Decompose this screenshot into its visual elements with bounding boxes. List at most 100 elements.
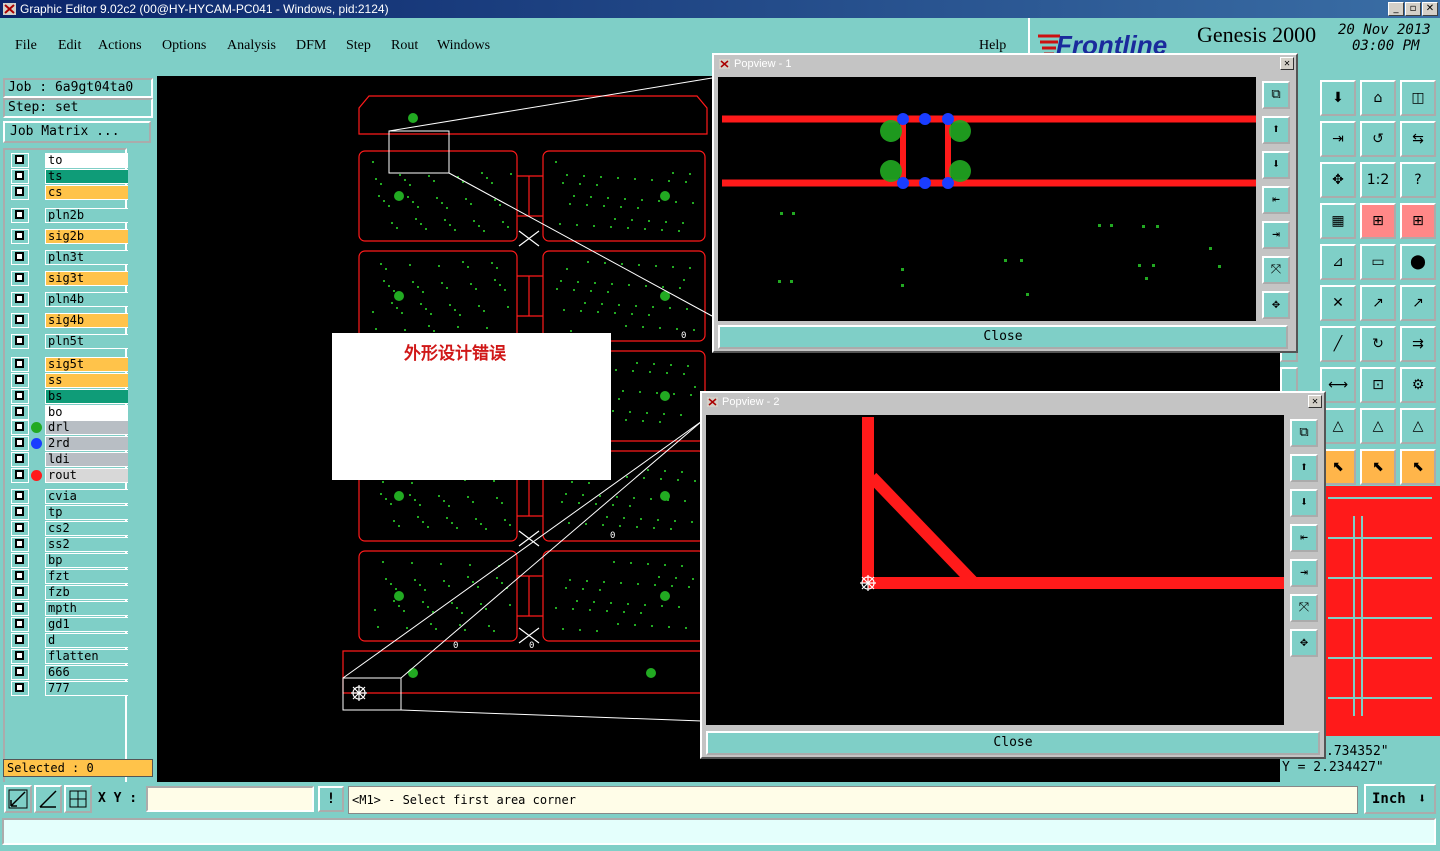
layer-checkbox[interactable] — [15, 619, 24, 628]
route-icon[interactable]: ↗ — [1400, 285, 1436, 321]
layer-row[interactable]: bs — [11, 389, 129, 404]
shape-icon[interactable]: ⊿ — [1320, 244, 1356, 280]
popview-1-window[interactable]: Popview - 1 ✕ ⧉ ⬆ ⬇ ⇤ ⇥ ⤧ ✥ Close — [712, 53, 1298, 353]
align-icon[interactable]: ⇉ — [1400, 326, 1436, 362]
popview-1-canvas[interactable] — [718, 77, 1256, 321]
layer-row[interactable]: sig3t — [11, 271, 129, 286]
layer-row[interactable]: ts — [11, 169, 129, 184]
layer-row[interactable]: d — [11, 633, 129, 648]
popview-1-close-icon[interactable]: ✕ — [1280, 57, 1294, 70]
popview-pan-right-icon[interactable]: ⇥ — [1262, 221, 1290, 249]
rotate-icon[interactable]: ↻ — [1360, 326, 1396, 362]
ruler-icon[interactable]: ▭ — [1360, 244, 1396, 280]
close-window-button[interactable]: ✕ — [1422, 2, 1438, 16]
menu-help[interactable]: Help — [979, 38, 1006, 54]
pad-icon[interactable]: ⬤ — [1400, 244, 1436, 280]
layer-checkbox[interactable] — [15, 391, 24, 400]
help-icon[interactable]: ? — [1400, 162, 1436, 198]
layer-row[interactable]: cs — [11, 185, 129, 200]
layer-checkbox[interactable] — [15, 507, 24, 516]
layer-row[interactable]: sig5t — [11, 357, 129, 372]
layer-row[interactable]: 2rd — [11, 436, 129, 451]
layer-icon[interactable]: ⊞ — [1360, 203, 1396, 239]
layer-row[interactable]: fzt — [11, 569, 129, 584]
layer-row[interactable]: flatten — [11, 649, 129, 664]
job-matrix-button[interactable]: Job Matrix ... — [3, 121, 151, 143]
popview-2-titlebar[interactable]: Popview - 2 — [702, 393, 1324, 411]
layer-row[interactable]: ss2 — [11, 537, 129, 552]
popview-copy-view-icon[interactable]: ⧉ — [1262, 81, 1290, 109]
layer-checkbox[interactable] — [15, 635, 24, 644]
alert-button[interactable]: ! — [318, 786, 344, 812]
popview-zoom-up-icon[interactable]: ⬆ — [1262, 116, 1290, 144]
layer-row[interactable]: bp — [11, 553, 129, 568]
load-icon[interactable]: ⬇ — [1320, 80, 1356, 116]
layer-row[interactable]: 777 — [11, 681, 129, 696]
popview-move-icon[interactable]: ✥ — [1290, 629, 1318, 657]
layer-checkbox[interactable] — [15, 273, 24, 282]
layer-checkbox[interactable] — [15, 470, 24, 479]
layer-checkbox[interactable] — [15, 359, 24, 368]
menu-rout[interactable]: Rout — [391, 38, 418, 54]
frame-icon[interactable]: ⊡ — [1360, 367, 1396, 403]
layer-row[interactable]: pln3t — [11, 250, 129, 265]
popview-pan-left-icon[interactable]: ⇤ — [1262, 186, 1290, 214]
popview-1-close-button[interactable]: Close — [718, 325, 1288, 349]
layer-checkbox[interactable] — [15, 171, 24, 180]
minimize-button[interactable]: _ — [1388, 2, 1404, 16]
layer-checkbox[interactable] — [15, 315, 24, 324]
layer-row[interactable]: gd1 — [11, 617, 129, 632]
layer-checkbox[interactable] — [15, 454, 24, 463]
layer-checkbox[interactable] — [15, 438, 24, 447]
route-icon[interactable]: ↗ — [1360, 285, 1396, 321]
units-selector[interactable]: Inch ⬇ — [1364, 784, 1436, 814]
layer-row[interactable]: pln4b — [11, 292, 129, 307]
popview-zoom-down-icon[interactable]: ⬇ — [1262, 151, 1290, 179]
layer-checkbox[interactable] — [15, 555, 24, 564]
arc-icon[interactable]: △ — [1360, 408, 1396, 444]
cross-icon[interactable]: ✕ — [1320, 285, 1356, 321]
layer-checkbox[interactable] — [15, 587, 24, 596]
layer-row[interactable]: pln2b — [11, 208, 129, 223]
layer-row[interactable]: fzb — [11, 585, 129, 600]
popview-zoom-down-icon[interactable]: ⬇ — [1290, 489, 1318, 517]
layer-row[interactable]: pln5t — [11, 334, 129, 349]
layer-checkbox[interactable] — [15, 651, 24, 660]
menu-analysis[interactable]: Analysis — [227, 38, 276, 54]
layer-checkbox[interactable] — [15, 231, 24, 240]
window-icon[interactable]: ◫ — [1400, 80, 1436, 116]
menu-dfm[interactable]: DFM — [296, 38, 326, 54]
layer-checkbox[interactable] — [15, 491, 24, 500]
grid-icon[interactable] — [64, 785, 92, 813]
select-icon[interactable]: ⬉ — [1360, 449, 1396, 485]
layer-checkbox[interactable] — [15, 155, 24, 164]
measure-icon[interactable] — [34, 785, 62, 813]
maximize-button[interactable]: ▫ — [1405, 2, 1421, 16]
layer-checkbox[interactable] — [15, 422, 24, 431]
panel-overview[interactable] — [1324, 486, 1440, 736]
layer-scrollbar[interactable] — [128, 148, 154, 785]
xy-input[interactable] — [146, 786, 314, 812]
select-icon[interactable]: ⬉ — [1400, 449, 1436, 485]
layer-row[interactable]: rout — [11, 468, 129, 483]
layer-row[interactable]: cs2 — [11, 521, 129, 536]
layer-checkbox[interactable] — [15, 571, 24, 580]
arc-icon[interactable]: △ — [1400, 408, 1436, 444]
menu-file[interactable]: File — [15, 38, 37, 54]
popview-2-canvas[interactable] — [706, 415, 1284, 725]
grid-icon[interactable]: ▦ — [1320, 203, 1356, 239]
layer-checkbox[interactable] — [15, 252, 24, 261]
layer-row[interactable]: ss — [11, 373, 129, 388]
popview-fit-icon[interactable]: ⤧ — [1290, 594, 1318, 622]
layer-row[interactable]: sig2b — [11, 229, 129, 244]
layer-checkbox[interactable] — [15, 539, 24, 548]
layer-checkbox[interactable] — [15, 603, 24, 612]
menu-options[interactable]: Options — [162, 38, 206, 54]
popview-pan-left-icon[interactable]: ⇤ — [1290, 524, 1318, 552]
popview-move-icon[interactable]: ✥ — [1262, 291, 1290, 319]
popview-copy-view-icon[interactable]: ⧉ — [1290, 419, 1318, 447]
layer-checkbox[interactable] — [15, 523, 24, 532]
layer-checkbox[interactable] — [15, 210, 24, 219]
layer-row[interactable]: mpth — [11, 601, 129, 616]
popview-fit-icon[interactable]: ⤧ — [1262, 256, 1290, 284]
